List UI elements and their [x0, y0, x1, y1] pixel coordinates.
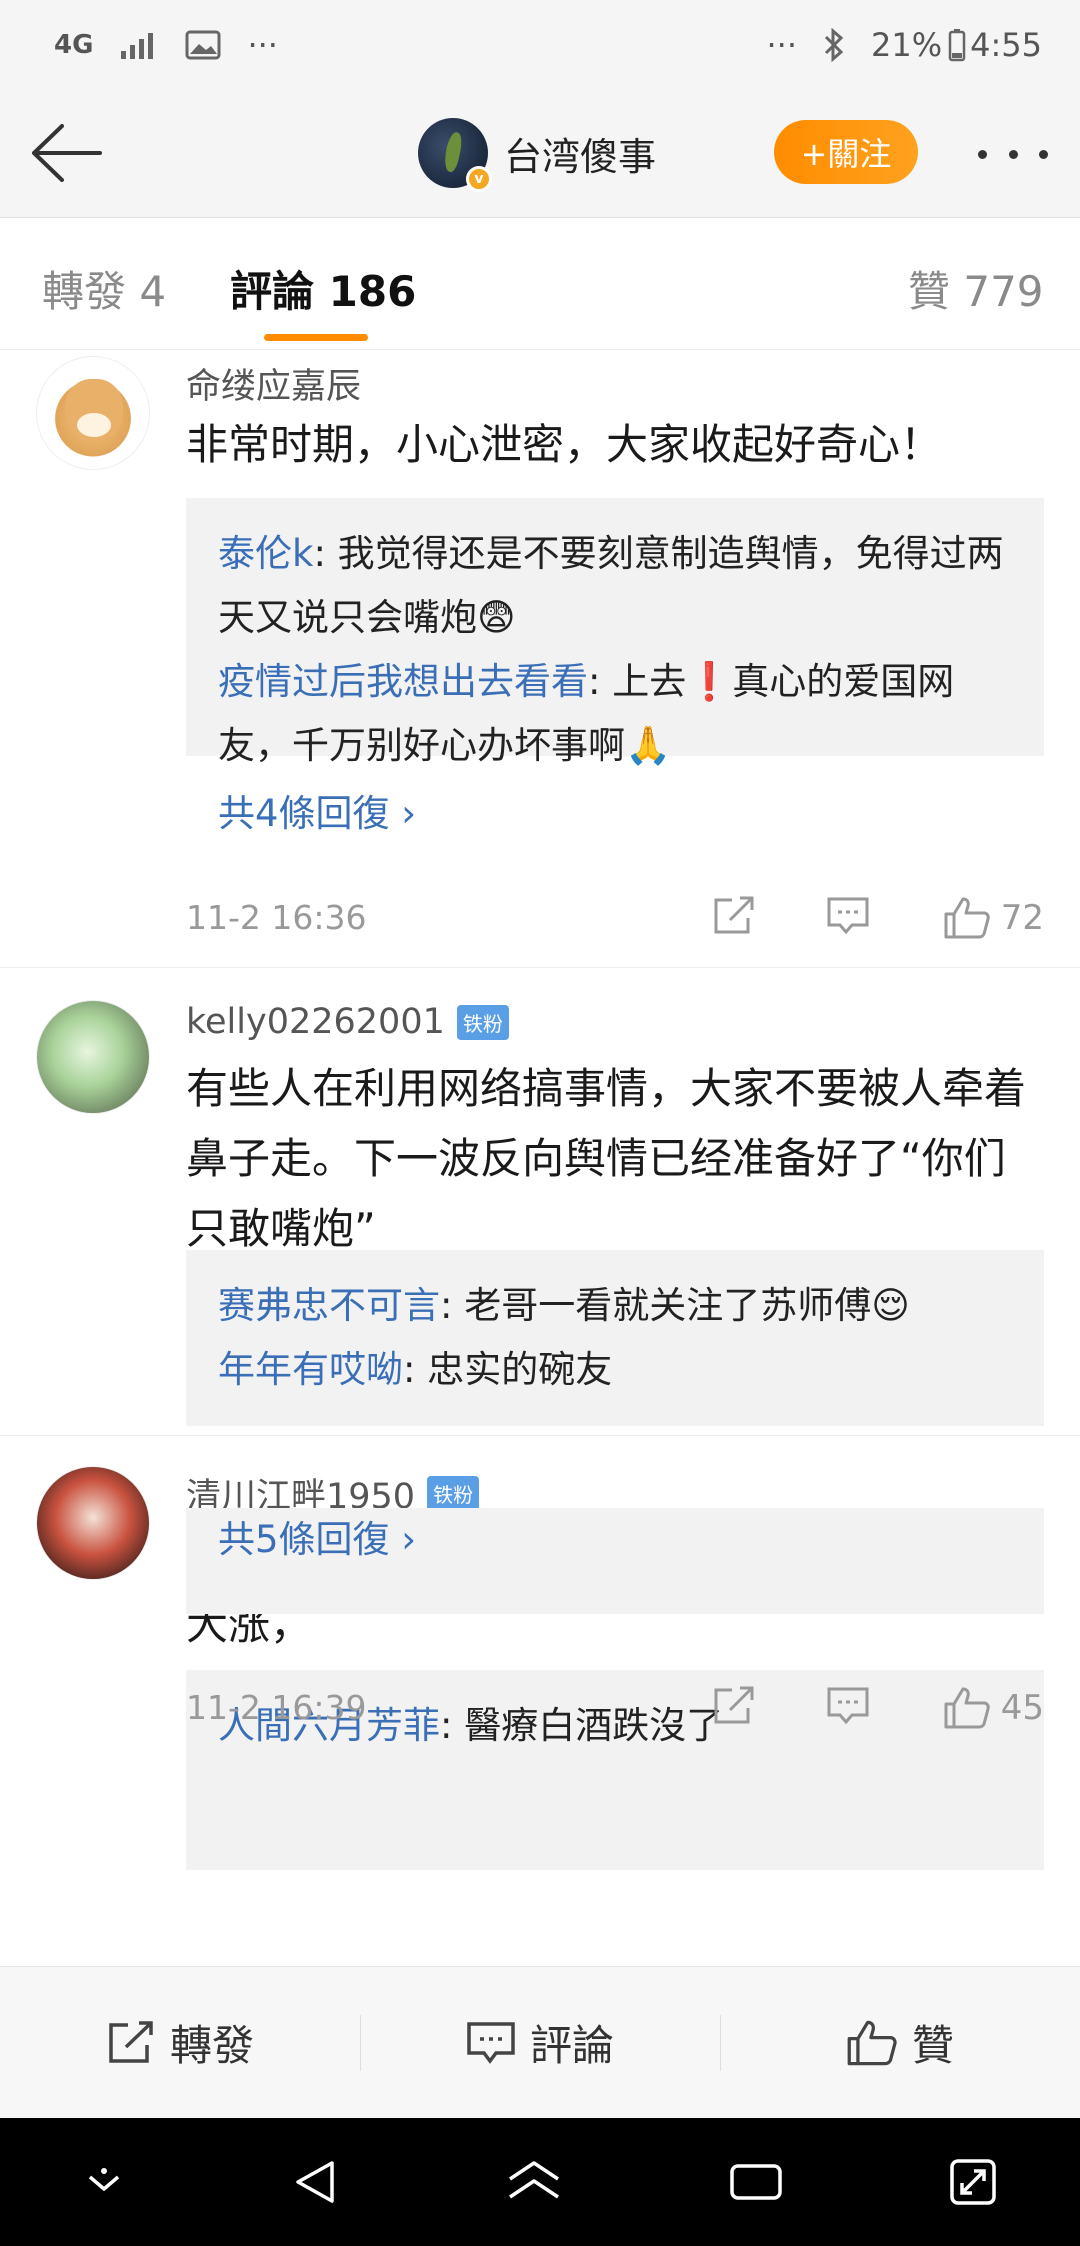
back-arrow-icon — [32, 124, 102, 182]
chevron-down-icon[interactable] — [82, 2167, 126, 2197]
verified-icon: v — [466, 166, 492, 192]
reply-box[interactable]: 赛弗忠不可言: 老哥一看就关注了苏师傅😌 年年有哎呦: 忠实的碗友 — [186, 1250, 1044, 1418]
more-replies-link[interactable]: 共5條回復 › — [218, 1508, 1014, 1572]
comment-username[interactable]: 命缕应嘉辰 — [186, 358, 361, 409]
tab-reposts[interactable]: 轉發 4 — [42, 258, 166, 319]
comment-icon[interactable] — [826, 1686, 870, 1726]
image-icon — [185, 30, 221, 60]
like-label: 贊 — [911, 2021, 954, 2070]
expand-icon[interactable] — [948, 2157, 998, 2207]
comment-icon — [467, 2021, 515, 2064]
thumbs-up-icon — [944, 897, 990, 939]
more-notifications-icon: ··· — [247, 26, 278, 64]
comment-item: 命缕应嘉辰 非常时期，小心泄密，大家收起好奇心！ 泰伦k: 我觉得还是不要刻意制… — [0, 352, 1080, 968]
more-status-icon: ··· — [766, 26, 798, 64]
comment-username[interactable]: kelly02262001 铁粉 — [186, 1002, 509, 1042]
home-icon[interactable] — [504, 2157, 564, 2207]
tab-likes[interactable]: 贊 779 — [908, 258, 1044, 319]
back-nav-icon[interactable] — [290, 2157, 340, 2207]
repost-icon — [109, 2020, 153, 2063]
bottom-action-bar: 轉發 評論 贊 — [0, 1966, 1080, 2118]
reply-box[interactable]: 泰伦k: 我觉得还是不要刻意制造舆情，免得过两天又说只会嘴炮😨 疫情过后我想出去… — [186, 498, 1044, 835]
comment-button[interactable]: 評論 — [360, 1967, 720, 2118]
comment-icon[interactable] — [826, 896, 870, 936]
comment-text: 非常时期，小心泄密，大家收起好奇心！ — [186, 420, 943, 469]
reply-box-footer[interactable]: 共5條回復 › — [186, 1508, 1044, 1614]
recent-apps-icon[interactable] — [728, 2158, 784, 2206]
comment-item: kelly02262001 铁粉 有些人在利用网络搞事情，大家不要被人牵着鼻子走… — [0, 968, 1080, 1436]
share-icon[interactable] — [712, 896, 756, 936]
comment-time: 11-2 16:39 — [186, 1687, 367, 1727]
reply-item[interactable]: 泰伦k: 我觉得还是不要刻意制造舆情，免得过两天又说只会嘴炮😨 — [218, 522, 1014, 650]
thumbs-up-icon — [944, 1687, 990, 1729]
top-header: v 台湾傻事 +關注 — [0, 90, 1080, 218]
avatar[interactable] — [36, 356, 150, 470]
more-options-icon[interactable] — [978, 134, 1048, 174]
battery-percent: 21% — [871, 26, 943, 64]
account-name[interactable]: 台湾傻事 — [504, 126, 656, 181]
comment-time: 11-2 16:36 — [186, 897, 367, 937]
clock: 4:55 — [970, 26, 1042, 64]
system-nav-bar — [0, 2118, 1080, 2246]
reply-item[interactable]: 疫情过后我想出去看看: 上去❗真心的爱国网友，千万别好心办坏事啊🙏 — [218, 650, 1014, 778]
thumbs-up-icon — [847, 2020, 897, 2065]
fan-badge: 铁粉 — [456, 1004, 509, 1040]
avatar[interactable] — [36, 1000, 150, 1114]
comment-label: 評論 — [529, 2021, 614, 2070]
tab-bar: 轉發 4 評論 186 贊 779 — [0, 218, 1080, 350]
signal-icon — [121, 33, 154, 59]
repost-label: 轉發 — [169, 2021, 254, 2070]
fan-badge: 铁粉 — [427, 1476, 480, 1511]
avatar[interactable] — [36, 1466, 150, 1580]
more-replies-link[interactable]: 共4條回復 › — [218, 782, 1014, 846]
battery-icon — [948, 29, 966, 62]
like-count: 72 — [1000, 898, 1044, 938]
repost-button[interactable]: 轉發 — [0, 1967, 360, 2118]
tab-comments[interactable]: 評論 186 — [230, 258, 416, 319]
like-button[interactable]: 72 — [943, 896, 1044, 940]
share-icon[interactable] — [712, 1686, 756, 1726]
comment-meta: 11-2 16:39 45 — [186, 1682, 1046, 1732]
active-tab-indicator — [264, 334, 368, 341]
comment-meta: 11-2 16:36 72 — [186, 892, 1046, 942]
like-count: 45 — [1000, 1688, 1044, 1728]
account-header[interactable]: v 台湾傻事 — [418, 118, 656, 192]
like-button[interactable]: 45 — [943, 1686, 1044, 1730]
comment-text: 有些人在利用网络搞事情，大家不要被人牵着鼻子走。下一波反向舆情已经准备好了“你们… — [186, 1064, 1027, 1253]
network-label: 4G — [54, 30, 94, 60]
reply-item[interactable]: 赛弗忠不可言: 老哥一看就关注了苏师傅😌 — [218, 1274, 1014, 1338]
status-bar: 4G ··· ··· 21% 4:55 — [0, 0, 1080, 90]
follow-button[interactable]: +關注 — [774, 120, 918, 184]
back-button[interactable] — [28, 120, 104, 186]
like-post-button[interactable]: 贊 — [720, 1967, 1080, 2118]
bluetooth-icon — [824, 28, 844, 62]
reply-item[interactable]: 年年有哎呦: 忠实的碗友 — [218, 1338, 1014, 1402]
account-avatar[interactable]: v — [418, 118, 492, 192]
